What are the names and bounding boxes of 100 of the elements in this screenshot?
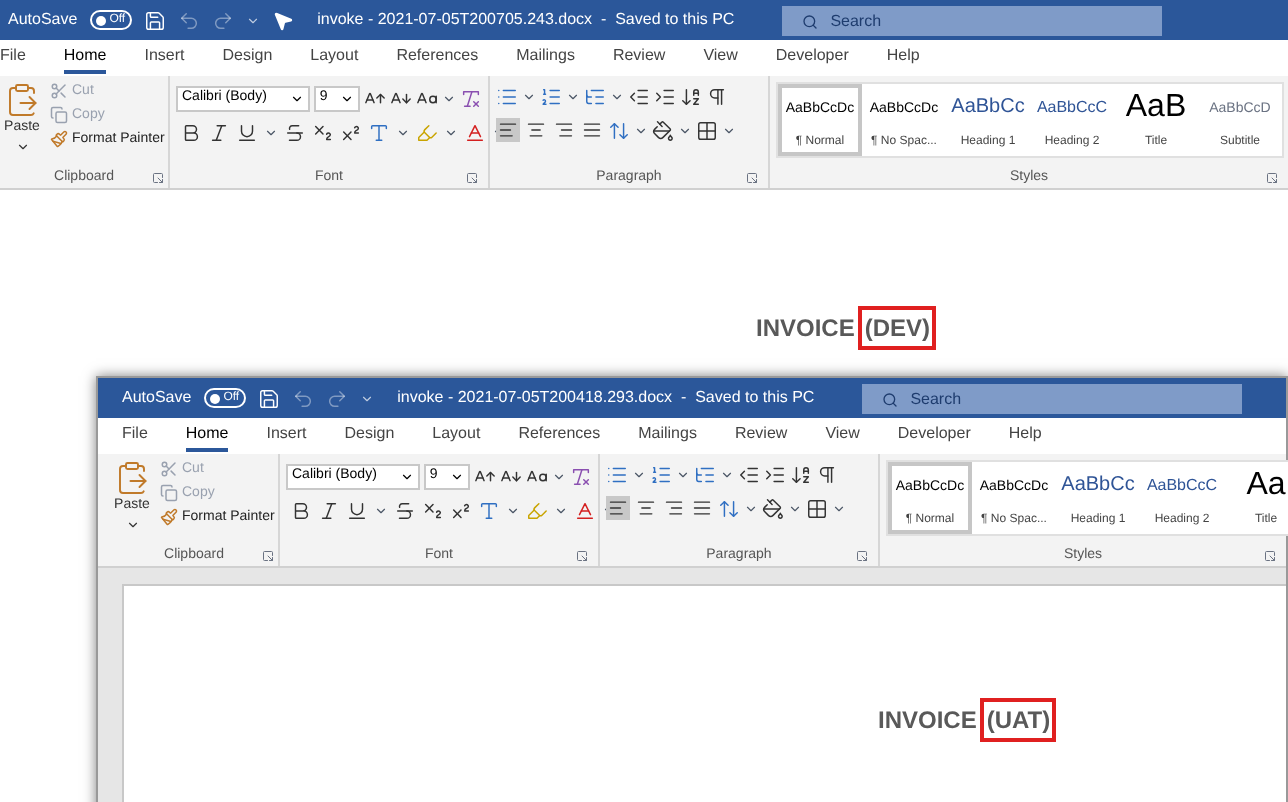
caret-icon[interactable] xyxy=(396,126,410,140)
undo-icon[interactable] xyxy=(177,9,200,31)
alignment-icon[interactable] xyxy=(690,496,714,520)
ribbon-tab[interactable]: Review xyxy=(734,420,788,452)
dialog-launcher-icon[interactable] xyxy=(262,549,274,561)
alignment-icon[interactable] xyxy=(580,118,604,142)
ribbon-tab[interactable]: Layout xyxy=(432,420,481,452)
ribbon-tab[interactable]: Insert xyxy=(144,42,185,74)
caret-icon[interactable] xyxy=(245,13,260,27)
alignment-icon[interactable] xyxy=(552,118,576,142)
ribbon-tab[interactable]: Review xyxy=(612,42,666,74)
numbering-icon[interactable] xyxy=(650,464,672,486)
font-color-icon[interactable] xyxy=(574,500,596,522)
caret-icon[interactable] xyxy=(634,123,648,137)
caret-icon[interactable] xyxy=(788,501,802,515)
ribbon-tab[interactable]: References xyxy=(518,420,601,452)
pilcrow-icon[interactable] xyxy=(706,86,728,108)
clear-formatting-icon[interactable] xyxy=(570,466,592,488)
undo-icon[interactable] xyxy=(291,387,314,409)
alignment-icon[interactable] xyxy=(662,496,686,520)
dialog-launcher-icon[interactable] xyxy=(466,171,478,183)
caret-icon[interactable] xyxy=(632,468,646,482)
decrease-indent-icon[interactable] xyxy=(628,86,650,108)
sort-icon[interactable] xyxy=(680,86,702,108)
ribbon-tab[interactable]: Mailings xyxy=(516,42,575,74)
ribbon-tab[interactable]: Help xyxy=(886,42,920,74)
sort-icon[interactable] xyxy=(790,464,812,486)
alignment-icon[interactable] xyxy=(634,496,658,520)
save-icon[interactable] xyxy=(143,9,166,31)
caret-icon[interactable] xyxy=(722,123,736,137)
superscript-icon[interactable] xyxy=(450,500,472,522)
borders-icon[interactable] xyxy=(696,119,718,141)
ribbon-tab[interactable]: View xyxy=(703,42,738,74)
multilevel-list-icon[interactable] xyxy=(694,464,716,486)
caret-icon[interactable] xyxy=(444,126,458,140)
text-effects-icon[interactable] xyxy=(368,122,390,144)
alignment-icon[interactable] xyxy=(496,118,520,142)
font-color-icon[interactable] xyxy=(464,122,486,144)
ribbon-tab[interactable]: File xyxy=(0,42,26,74)
text-effects-icon[interactable] xyxy=(478,500,500,522)
ribbon-tab[interactable]: Developer xyxy=(897,420,971,452)
dialog-launcher-icon[interactable] xyxy=(746,171,758,183)
caret-icon[interactable] xyxy=(374,504,388,518)
caret-icon[interactable] xyxy=(678,123,692,137)
caret-icon[interactable] xyxy=(552,470,566,484)
caret-icon[interactable] xyxy=(744,501,758,515)
redo-icon[interactable] xyxy=(211,9,234,31)
dialog-launcher-icon[interactable] xyxy=(1264,549,1276,561)
caret-icon[interactable] xyxy=(554,504,568,518)
ribbon-tab[interactable]: Layout xyxy=(310,42,359,74)
shading-icon[interactable] xyxy=(762,497,784,519)
bold-icon[interactable] xyxy=(180,122,202,144)
underline-icon[interactable] xyxy=(346,500,368,522)
italic-icon[interactable] xyxy=(318,500,340,522)
caret-icon[interactable] xyxy=(566,90,580,104)
caret-icon[interactable] xyxy=(832,501,846,515)
alignment-icon[interactable] xyxy=(524,118,548,142)
borders-icon[interactable] xyxy=(806,497,828,519)
dialog-launcher-icon[interactable] xyxy=(152,171,164,183)
caret-icon[interactable] xyxy=(506,504,520,518)
clear-formatting-icon[interactable] xyxy=(460,88,482,110)
ribbon-tab[interactable]: References xyxy=(396,42,479,74)
caret-icon[interactable] xyxy=(676,468,690,482)
ribbon-tab[interactable]: Insert xyxy=(266,420,307,452)
multilevel-list-icon[interactable] xyxy=(584,86,606,108)
underline-icon[interactable] xyxy=(236,122,258,144)
caret-icon[interactable] xyxy=(720,468,734,482)
ribbon-tab[interactable]: Design xyxy=(222,42,273,74)
search-field[interactable]: Search xyxy=(782,5,1163,35)
line-spacing-icon[interactable] xyxy=(718,497,740,519)
bold-icon[interactable] xyxy=(290,500,312,522)
italic-icon[interactable] xyxy=(208,122,230,144)
ribbon-tab[interactable]: View xyxy=(825,420,860,452)
caret-icon[interactable] xyxy=(610,90,624,104)
strikethrough-icon[interactable] xyxy=(284,122,306,144)
ribbon-tab[interactable]: Mailings xyxy=(638,420,697,452)
caret-icon[interactable] xyxy=(522,90,536,104)
ribbon-tab[interactable]: Design xyxy=(344,420,395,452)
caret-icon[interactable] xyxy=(359,391,374,405)
ribbon-tab[interactable]: File xyxy=(122,420,148,452)
subscript-icon[interactable] xyxy=(312,122,334,144)
increase-indent-icon[interactable] xyxy=(764,464,786,486)
subscript-icon[interactable] xyxy=(422,500,444,522)
increase-indent-icon[interactable] xyxy=(654,86,676,108)
strikethrough-icon[interactable] xyxy=(394,500,416,522)
superscript-icon[interactable] xyxy=(340,122,362,144)
dialog-launcher-icon[interactable] xyxy=(1266,171,1278,183)
line-spacing-icon[interactable] xyxy=(608,119,630,141)
caret-icon[interactable] xyxy=(442,92,456,106)
decrease-indent-icon[interactable] xyxy=(738,464,760,486)
pilcrow-icon[interactable] xyxy=(816,464,838,486)
dialog-launcher-icon[interactable] xyxy=(856,549,868,561)
numbering-icon[interactable] xyxy=(540,86,562,108)
save-icon[interactable] xyxy=(257,387,280,409)
ribbon-tab[interactable]: Help xyxy=(1008,420,1042,452)
search-field[interactable]: Search xyxy=(862,383,1243,413)
caret-icon[interactable] xyxy=(264,126,278,140)
alignment-icon[interactable] xyxy=(606,496,630,520)
shading-icon[interactable] xyxy=(652,119,674,141)
ribbon-tab[interactable]: Developer xyxy=(775,42,849,74)
